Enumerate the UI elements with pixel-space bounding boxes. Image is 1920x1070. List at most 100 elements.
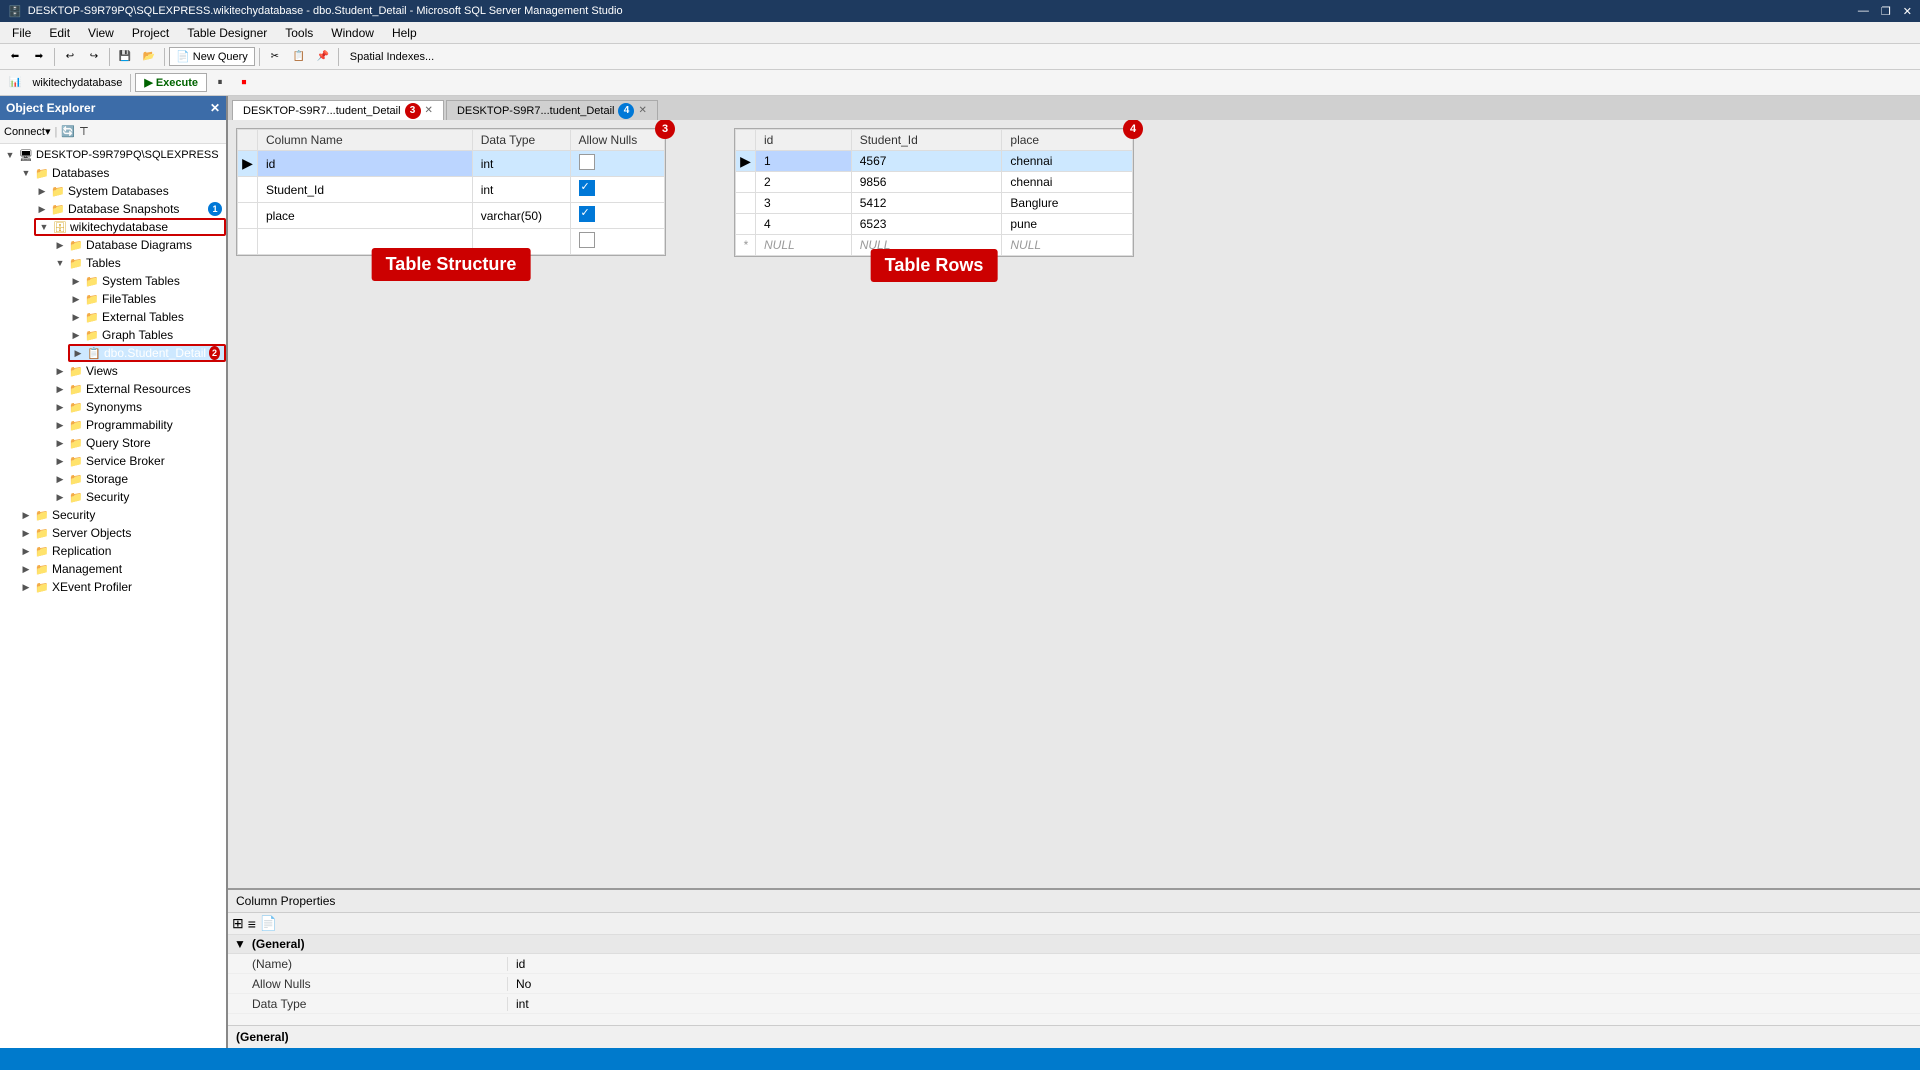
row2-id[interactable]: 2 bbox=[756, 172, 852, 193]
row3-place[interactable]: Banglure bbox=[1002, 193, 1133, 214]
stop-btn[interactable]: ⏹ bbox=[233, 72, 255, 94]
col-props-sort-alpha-btn[interactable]: ⊞ bbox=[232, 915, 244, 932]
spatial-idx[interactable]: Spatial Indexes... bbox=[343, 46, 441, 68]
paste-btn[interactable]: 📌 bbox=[312, 46, 334, 68]
restore-btn[interactable]: ❐ bbox=[1881, 5, 1891, 18]
null-row-id[interactable]: NULL bbox=[756, 235, 852, 256]
db-select[interactable]: 📊 bbox=[4, 72, 26, 94]
tree-synonyms[interactable]: ▶ 📁 Synonyms bbox=[0, 398, 226, 416]
tree-query-store[interactable]: ▶ 📁 Query Store bbox=[0, 434, 226, 452]
row2-place[interactable]: chennai bbox=[1002, 172, 1133, 193]
general-section-header[interactable]: ▼ (General) bbox=[228, 935, 1920, 954]
data-row-2[interactable]: 2 9856 chennai bbox=[736, 172, 1133, 193]
col-props-sort-cat-btn[interactable]: ≡ bbox=[248, 916, 256, 932]
row3-id[interactable]: 3 bbox=[756, 193, 852, 214]
col-null-place[interactable] bbox=[570, 203, 664, 229]
row1-sid[interactable]: 4567 bbox=[851, 151, 1002, 172]
back-btn[interactable]: ⬅ bbox=[4, 46, 26, 68]
oe-close-btn[interactable]: ✕ bbox=[210, 101, 220, 115]
col-null-id[interactable] bbox=[570, 151, 664, 177]
col-null-sid[interactable] bbox=[570, 177, 664, 203]
col-name-id[interactable] bbox=[258, 151, 473, 177]
tree-xevent[interactable]: ▶ 📁 XEvent Profiler bbox=[0, 578, 226, 596]
tree-wikitechy-db[interactable]: ▼ 🗄 wikitechydatabase bbox=[34, 218, 226, 236]
struct-row-id[interactable]: ▶ int bbox=[238, 151, 665, 177]
tree-databases[interactable]: ▼ 📁 Databases bbox=[0, 164, 226, 182]
data-row-3[interactable]: 3 5412 Banglure bbox=[736, 193, 1133, 214]
tab-1[interactable]: DESKTOP-S9R7...tudent_Detail 3 ✕ bbox=[232, 100, 444, 120]
tree-db-diagrams[interactable]: ▶ 📁 Database Diagrams bbox=[0, 236, 226, 254]
oe-filter-btn[interactable]: ⊤ bbox=[79, 125, 89, 138]
data-row-4[interactable]: 4 6523 pune bbox=[736, 214, 1133, 235]
menu-project[interactable]: Project bbox=[124, 24, 177, 42]
null-row-place[interactable]: NULL bbox=[1002, 235, 1133, 256]
null-checkbox-empty[interactable] bbox=[579, 232, 595, 248]
col-name-input-id[interactable] bbox=[266, 157, 464, 171]
tree-service-broker[interactable]: ▶ 📁 Service Broker bbox=[0, 452, 226, 470]
tab1-close-btn[interactable]: ✕ bbox=[425, 105, 433, 116]
menu-window[interactable]: Window bbox=[323, 24, 382, 42]
struct-row-place[interactable]: place varchar(50) bbox=[238, 203, 665, 229]
col-props-prop-pages-btn[interactable]: 📄 bbox=[260, 915, 277, 932]
col-null-empty[interactable] bbox=[570, 229, 664, 255]
menu-view[interactable]: View bbox=[80, 24, 122, 42]
menu-edit[interactable]: Edit bbox=[41, 24, 78, 42]
null-checkbox-sid[interactable] bbox=[579, 180, 595, 196]
row4-place[interactable]: pune bbox=[1002, 214, 1133, 235]
menu-help[interactable]: Help bbox=[384, 24, 425, 42]
open-btn[interactable]: 📂 bbox=[138, 46, 160, 68]
tab-2[interactable]: DESKTOP-S9R7...tudent_Detail 4 ✕ bbox=[446, 100, 658, 120]
tab2-close-btn[interactable]: ✕ bbox=[638, 105, 646, 116]
row1-id[interactable]: 1 bbox=[756, 151, 852, 172]
tree-sys-tables[interactable]: ▶ 📁 System Tables bbox=[0, 272, 226, 290]
null-checkbox-id[interactable] bbox=[579, 154, 595, 170]
tree-storage[interactable]: ▶ 📁 Storage bbox=[0, 470, 226, 488]
tree-programmability[interactable]: ▶ 📁 Programmability bbox=[0, 416, 226, 434]
tree-ext-resources[interactable]: ▶ 📁 External Resources bbox=[0, 380, 226, 398]
tree-external-tables[interactable]: ▶ 📁 External Tables bbox=[0, 308, 226, 326]
col-name-sid[interactable]: Student_Id bbox=[258, 177, 473, 203]
debug-btn[interactable]: ⏸ bbox=[209, 72, 231, 94]
minimize-btn[interactable]: — bbox=[1858, 5, 1869, 18]
tree-db-security[interactable]: ▶ 📁 Security bbox=[0, 488, 226, 506]
new-query-button[interactable]: 📄 New Query bbox=[169, 47, 255, 66]
tree-tables[interactable]: ▼ 📁 Tables bbox=[0, 254, 226, 272]
menu-tools[interactable]: Tools bbox=[277, 24, 321, 42]
col-name-place[interactable]: place bbox=[258, 203, 473, 229]
row4-id[interactable]: 4 bbox=[756, 214, 852, 235]
copy-btn[interactable]: 📋 bbox=[288, 46, 310, 68]
tree-replication[interactable]: ▶ 📁 Replication bbox=[0, 542, 226, 560]
tree-views[interactable]: ▶ 📁 Views bbox=[0, 362, 226, 380]
tree-server-objects[interactable]: ▶ 📁 Server Objects bbox=[0, 524, 226, 542]
forward-btn[interactable]: ➡ bbox=[28, 46, 50, 68]
tree-system-databases[interactable]: ▶ 📁 System Databases bbox=[0, 182, 226, 200]
null-checkbox-place[interactable] bbox=[579, 206, 595, 222]
undo-btn[interactable]: ↩ bbox=[59, 46, 81, 68]
menu-table-designer[interactable]: Table Designer bbox=[179, 24, 275, 42]
oe-refresh-btn[interactable]: 🔄 bbox=[61, 125, 75, 138]
tree-server[interactable]: ▼ 🖥 DESKTOP-S9R79PQ\SQLEXPRESS bbox=[0, 146, 226, 164]
data-row-1[interactable]: ▶ 1 4567 chennai bbox=[736, 151, 1133, 172]
tree-student-detail[interactable]: ▶ 📋 dbo.Student_Detail 2 bbox=[68, 344, 226, 362]
oe-connect-btn[interactable]: Connect▾ bbox=[4, 125, 51, 138]
tree-db-snapshots[interactable]: ▶ 📁 Database Snapshots 1 bbox=[0, 200, 226, 218]
tree-management[interactable]: ▶ 📁 Management bbox=[0, 560, 226, 578]
row4-sid[interactable]: 6523 bbox=[851, 214, 1002, 235]
table-rows-annotation: Table Rows bbox=[871, 249, 998, 282]
row2-sid[interactable]: 9856 bbox=[851, 172, 1002, 193]
execute-button[interactable]: ▶ Execute bbox=[135, 73, 207, 92]
close-btn[interactable]: ✕ bbox=[1903, 5, 1912, 18]
cut-btn[interactable]: ✂ bbox=[264, 46, 286, 68]
row1-place[interactable]: chennai bbox=[1002, 151, 1133, 172]
tree-graph-tables[interactable]: ▶ 📁 Graph Tables bbox=[0, 326, 226, 344]
panels-top: Column Name Data Type Allow Nulls ▶ int bbox=[228, 120, 1920, 888]
menu-file[interactable]: File bbox=[4, 24, 39, 42]
struct-row-studentid[interactable]: Student_Id int bbox=[238, 177, 665, 203]
tree-file-tables[interactable]: ▶ 📁 FileTables bbox=[0, 290, 226, 308]
redo-btn[interactable]: ↪ bbox=[83, 46, 105, 68]
row3-sid[interactable]: 5412 bbox=[851, 193, 1002, 214]
tree-top-security[interactable]: ▶ 📁 Security bbox=[0, 506, 226, 524]
rows-col-indicator-header bbox=[736, 130, 756, 151]
save-btn[interactable]: 💾 bbox=[114, 46, 136, 68]
db-name[interactable]: wikitechydatabase bbox=[28, 77, 126, 89]
